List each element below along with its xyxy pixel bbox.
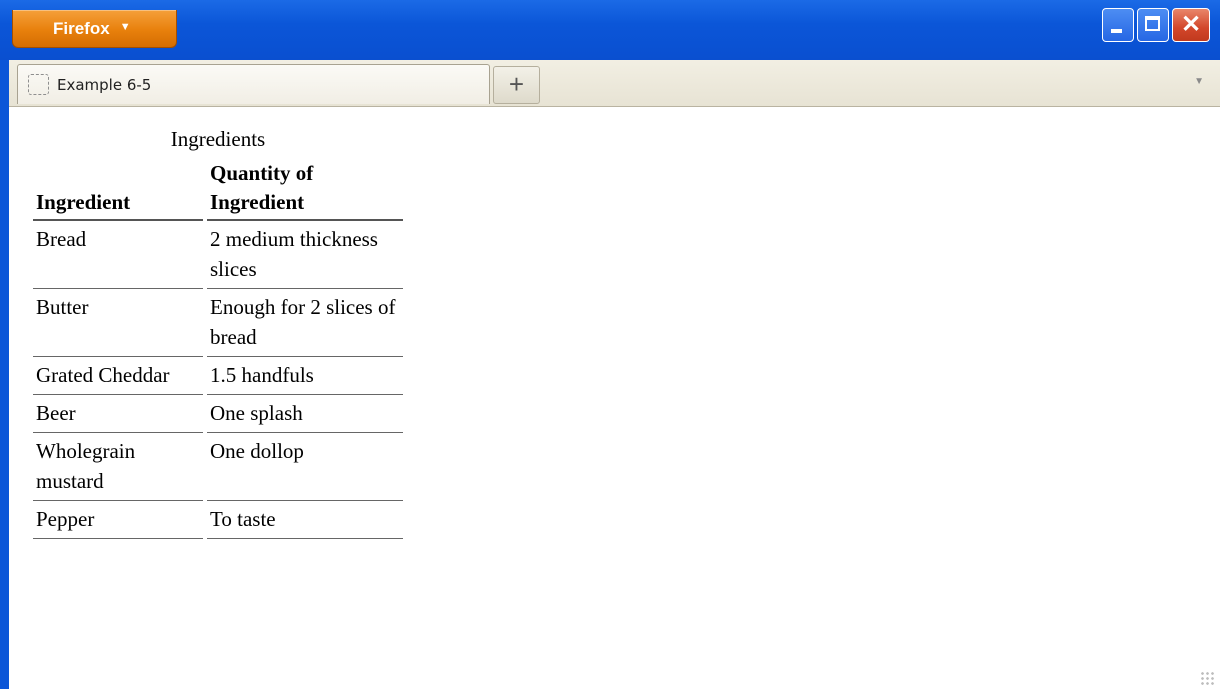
firefox-menu-label: Firefox — [53, 18, 110, 38]
maximize-icon — [1145, 16, 1160, 31]
page-content: Ingredients Ingredient Quantity of Ingre… — [9, 107, 1220, 689]
resize-grip-icon[interactable] — [1200, 671, 1214, 685]
table-row: Grated Cheddar 1.5 handfuls — [33, 357, 403, 395]
close-icon: ✕ — [1180, 11, 1202, 38]
tab-label: Example 6-5 — [57, 75, 152, 94]
new-tab-button[interactable]: + — [493, 66, 540, 104]
table-row: Butter Enough for 2 slices of bread — [33, 289, 403, 357]
close-button[interactable]: ✕ — [1172, 8, 1210, 42]
tab-example-6-5[interactable]: Example 6-5 — [17, 64, 490, 104]
cell-ingredient: Bread — [33, 221, 203, 289]
header-quantity: Quantity of Ingredient — [207, 159, 403, 221]
cell-ingredient: Wholegrain mustard — [33, 433, 203, 501]
cell-quantity: Enough for 2 slices of bread — [207, 289, 403, 357]
list-all-tabs-button[interactable]: ▼ — [1194, 76, 1204, 87]
window-controls: ✕ — [1102, 8, 1210, 42]
cell-ingredient: Beer — [33, 395, 203, 433]
table-caption: Ingredients — [170, 127, 266, 151]
cell-ingredient: Butter — [33, 289, 203, 357]
maximize-button[interactable] — [1137, 8, 1169, 42]
cell-quantity: 1.5 handfuls — [207, 357, 403, 395]
tab-strip: Example 6-5 + ▼ — [0, 60, 1220, 107]
minimize-icon — [1111, 29, 1122, 33]
cell-quantity: 2 medium thickness slices — [207, 221, 403, 289]
minimize-button[interactable] — [1102, 8, 1134, 42]
table-row: Pepper To taste — [33, 501, 403, 539]
window-frame-left — [0, 60, 9, 689]
title-bar: Firefox ▼ ✕ — [0, 0, 1220, 60]
cell-ingredient: Pepper — [33, 501, 203, 539]
cell-quantity: To taste — [207, 501, 403, 539]
header-ingredient: Ingredient — [33, 159, 203, 221]
table-row: Wholegrain mustard One dollop — [33, 433, 403, 501]
cell-ingredient: Grated Cheddar — [33, 357, 203, 395]
firefox-menu-button[interactable]: Firefox ▼ — [12, 10, 177, 48]
dropdown-arrow-icon: ▼ — [119, 20, 131, 33]
table-header-row: Ingredient Quantity of Ingredient — [33, 159, 403, 221]
cell-quantity: One splash — [207, 395, 403, 433]
ingredients-table: Ingredients Ingredient Quantity of Ingre… — [29, 125, 407, 539]
cell-quantity: One dollop — [207, 433, 403, 501]
page-placeholder-icon — [28, 74, 49, 95]
table-row: Beer One splash — [33, 395, 403, 433]
table-row: Bread 2 medium thickness slices — [33, 221, 403, 289]
